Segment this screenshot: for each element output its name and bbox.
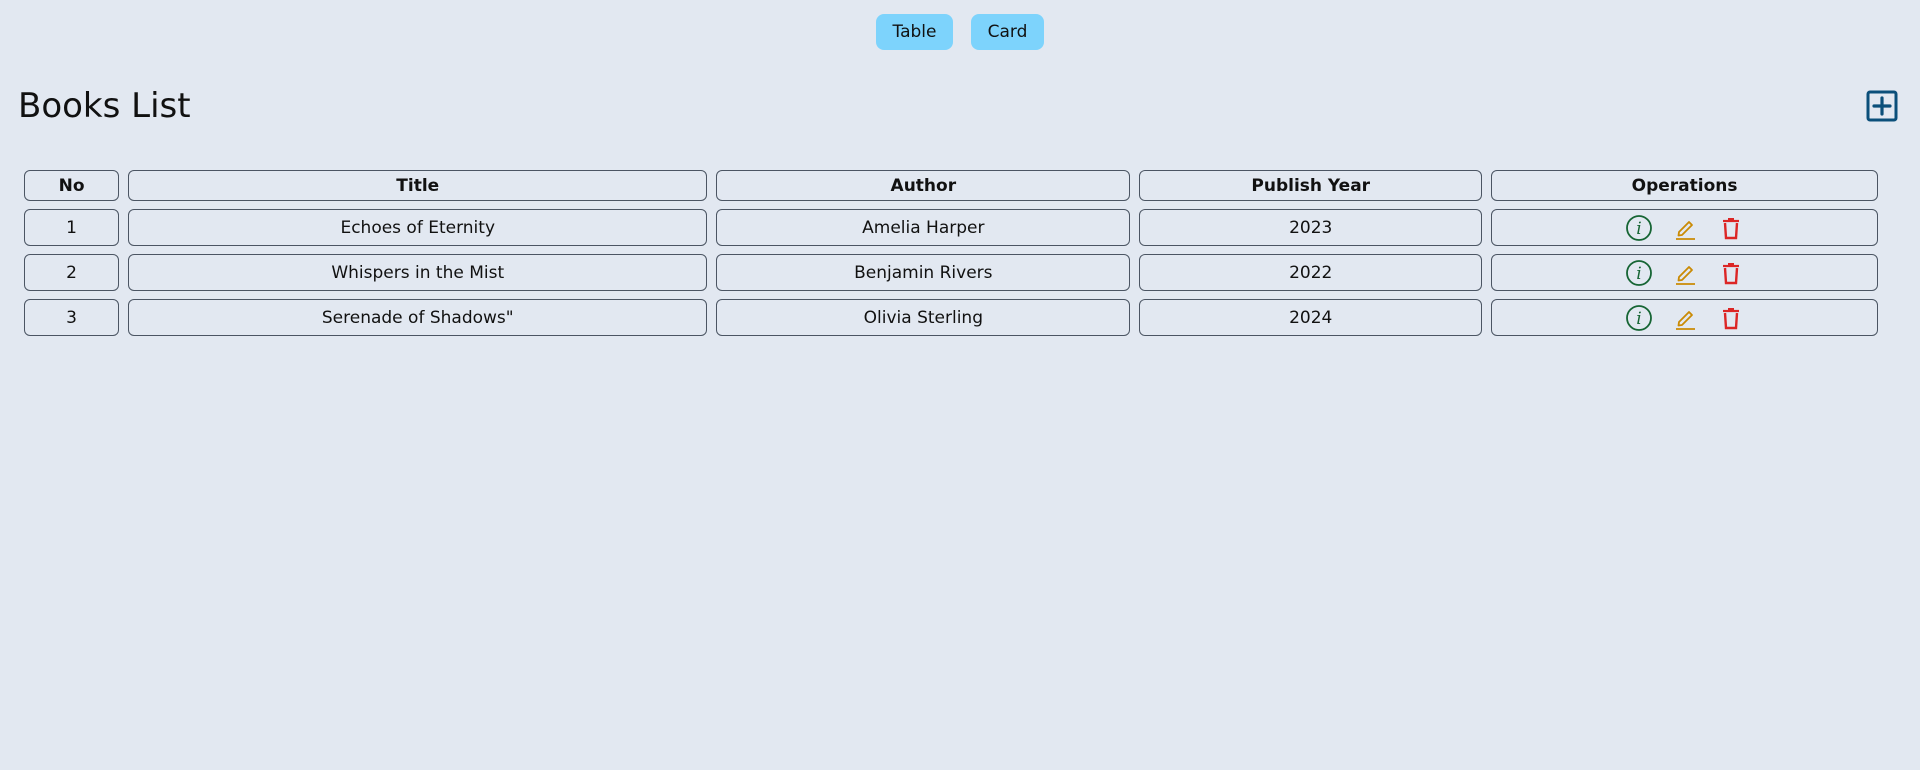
view-toggle: Table Card <box>0 14 1920 50</box>
table-row: 1 Echoes of Eternity Amelia Harper 2023 … <box>24 209 1878 246</box>
cell-year: 2022 <box>1139 254 1483 291</box>
svg-text:i: i <box>1636 219 1641 239</box>
header-operations: Operations <box>1491 170 1878 201</box>
cell-title: Serenade of Shadows" <box>128 299 708 336</box>
table-row: 2 Whispers in the Mist Benjamin Rivers 2… <box>24 254 1878 291</box>
pencil-icon[interactable] <box>1671 214 1699 242</box>
info-circle-icon[interactable]: i <box>1625 214 1653 242</box>
cell-no: 3 <box>24 299 120 336</box>
cell-title: Whispers in the Mist <box>128 254 708 291</box>
header-title: Title <box>128 170 708 201</box>
cell-operations: i <box>1491 254 1878 291</box>
cell-year: 2023 <box>1139 209 1483 246</box>
svg-text:i: i <box>1636 264 1641 284</box>
books-table: No Title Author Publish Year Operations … <box>15 162 1887 344</box>
pencil-icon[interactable] <box>1671 259 1699 287</box>
info-circle-icon[interactable]: i <box>1625 304 1653 332</box>
cell-no: 2 <box>24 254 120 291</box>
trash-icon[interactable] <box>1717 259 1745 287</box>
plus-square-icon <box>1866 90 1898 122</box>
table-view-button[interactable]: Table <box>876 14 953 50</box>
cell-no: 1 <box>24 209 120 246</box>
cell-title: Echoes of Eternity <box>128 209 708 246</box>
cell-author: Amelia Harper <box>716 209 1131 246</box>
trash-icon[interactable] <box>1717 214 1745 242</box>
cell-author: Benjamin Rivers <box>716 254 1131 291</box>
info-circle-icon[interactable]: i <box>1625 259 1653 287</box>
table-row: 3 Serenade of Shadows" Olivia Sterling 2… <box>24 299 1878 336</box>
card-view-button[interactable]: Card <box>971 14 1044 50</box>
page-title: Books List <box>18 86 191 126</box>
pencil-icon[interactable] <box>1671 304 1699 332</box>
header-author: Author <box>716 170 1131 201</box>
table-header-row: No Title Author Publish Year Operations <box>24 170 1878 201</box>
svg-text:i: i <box>1636 309 1641 329</box>
trash-icon[interactable] <box>1717 304 1745 332</box>
add-book-button[interactable] <box>1866 90 1898 122</box>
cell-operations: i <box>1491 299 1878 336</box>
cell-author: Olivia Sterling <box>716 299 1131 336</box>
cell-year: 2024 <box>1139 299 1483 336</box>
header-no: No <box>24 170 120 201</box>
cell-operations: i <box>1491 209 1878 246</box>
header-publish-year: Publish Year <box>1139 170 1483 201</box>
